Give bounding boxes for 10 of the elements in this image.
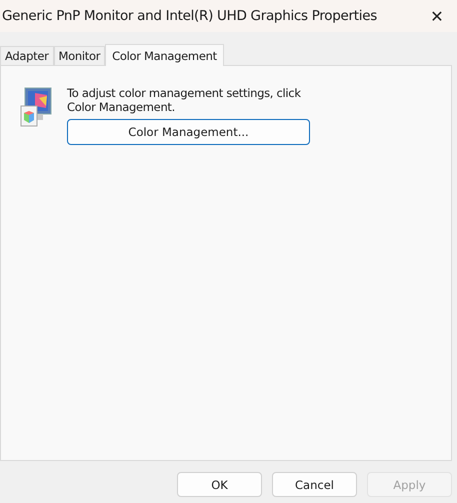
color-monitor-icon	[19, 86, 53, 128]
dialog-button[interactable]: Cancel	[272, 472, 357, 497]
color-management-button[interactable]: Color Management...	[67, 119, 310, 145]
close-button[interactable]: ✕	[417, 0, 457, 32]
dialog-button[interactable]: OK	[177, 472, 262, 497]
window-title: Generic PnP Monitor and Intel(R) UHD Graphics Properties	[2, 8, 377, 24]
description-text: To adjust color management settings, click Color Management.	[67, 86, 302, 114]
tab[interactable]: Monitor	[54, 46, 106, 65]
tab[interactable]: Adapter	[0, 46, 54, 65]
tab[interactable]: Color Management	[105, 44, 224, 66]
